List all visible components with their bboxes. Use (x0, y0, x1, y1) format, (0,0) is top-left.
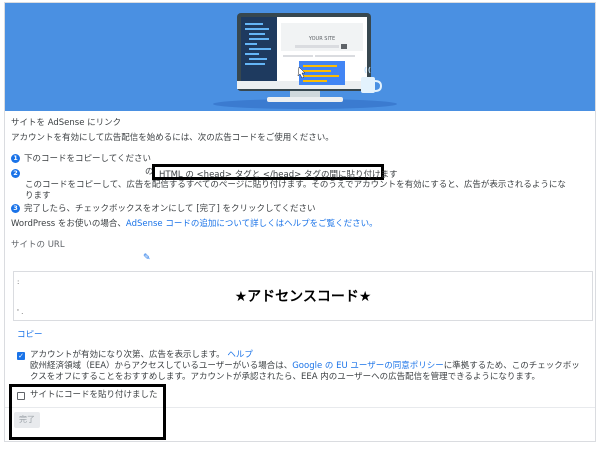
step-1-number: 1 (11, 154, 20, 163)
copy-button[interactable]: コピー (17, 330, 43, 341)
eea-note-line-1: 欧州経済領域（EEA）からアクセスしているユーザーがいる場合は、Google の… (30, 361, 580, 372)
adsense-link-dialog: YOUR SITE サイトを AdSense にリンク アカウントを有効にして広… (4, 2, 596, 442)
head-tag-highlight: HTML の <head> タグと </head> タグの間に貼り付けます (152, 164, 397, 180)
step-2-detail-2: ります (25, 191, 51, 201)
code-end-mark: ' . (17, 308, 24, 316)
wordpress-note: WordPress をお使いの場合、AdSense コードの追加について詳しくは… (11, 219, 378, 230)
step-3-text: 完了したら、チェックボックスをオンにして [完了] をクリックしてください (24, 204, 316, 214)
show-ads-checkbox[interactable]: ✓ (17, 352, 25, 360)
eea-note-line-2: クスをオフにすることをおすすめします。アカウントが承認されたら、EEA 内のユー… (30, 372, 541, 382)
edit-pencil-icon[interactable]: ✎ (143, 253, 151, 263)
dialog-title: サイトを AdSense にリンク (11, 118, 122, 128)
step-2-detail-1: このコードをコピーして、広告を配信するすべてのページに貼り付けます。そのうえでア… (25, 180, 566, 190)
show-ads-text: アカウントが有効になり次第、広告を表示します。 (30, 350, 225, 360)
svg-text:YOUR SITE: YOUR SITE (308, 36, 335, 42)
step-2-highlight-text: HTML の <head> タグと </head> タグの間に貼り付けます (159, 170, 398, 180)
eea-text-1: 欧州経済領域（EEA）からアクセスしているユーザーがいる場合は、 (30, 361, 293, 371)
ad-code-box[interactable]: : ★アドセンスコード★ ' . (13, 271, 593, 321)
ad-code-placeholder: ★アドセンスコード★ (234, 289, 372, 305)
step-2: 2 (11, 169, 24, 180)
eu-consent-policy-link[interactable]: Google の EU ユーザーの同意ポリシー (292, 361, 444, 371)
step-3: 3 完了したら、チェックボックスをオンにして [完了] をクリックしてください (11, 204, 316, 215)
code-start-mark: : (17, 278, 20, 286)
monitor-illustration: YOUR SITE (213, 13, 397, 109)
wordpress-help-link[interactable]: AdSense コードの追加について詳しくはヘルプをご覧ください。 (126, 219, 378, 229)
hero-banner: YOUR SITE (5, 3, 595, 111)
step-1: 1 下のコードをコピーしてください (11, 154, 151, 165)
site-url-label: サイトの URL (11, 240, 65, 250)
step-1-text: 下のコードをコピーしてください (24, 154, 151, 164)
show-ads-label: アカウントが有効になり次第、広告を表示します。 ヘルプ (30, 350, 253, 361)
code-pasted-label: サイトにコードを貼り付けました (30, 390, 158, 400)
step-3-number: 3 (11, 204, 20, 213)
done-button[interactable]: 完了 (14, 412, 40, 428)
intro-text: アカウントを有効にして広告配信を始めるには、次の広告コードをご使用ください。 (11, 133, 334, 143)
code-pasted-checkbox[interactable] (17, 392, 25, 400)
step-2-number: 2 (11, 169, 20, 178)
help-link[interactable]: ヘルプ (227, 350, 253, 360)
wordpress-text: WordPress をお使いの場合、 (11, 219, 126, 229)
eea-text-2: に準拠するため、このチェックボッ (443, 361, 580, 371)
